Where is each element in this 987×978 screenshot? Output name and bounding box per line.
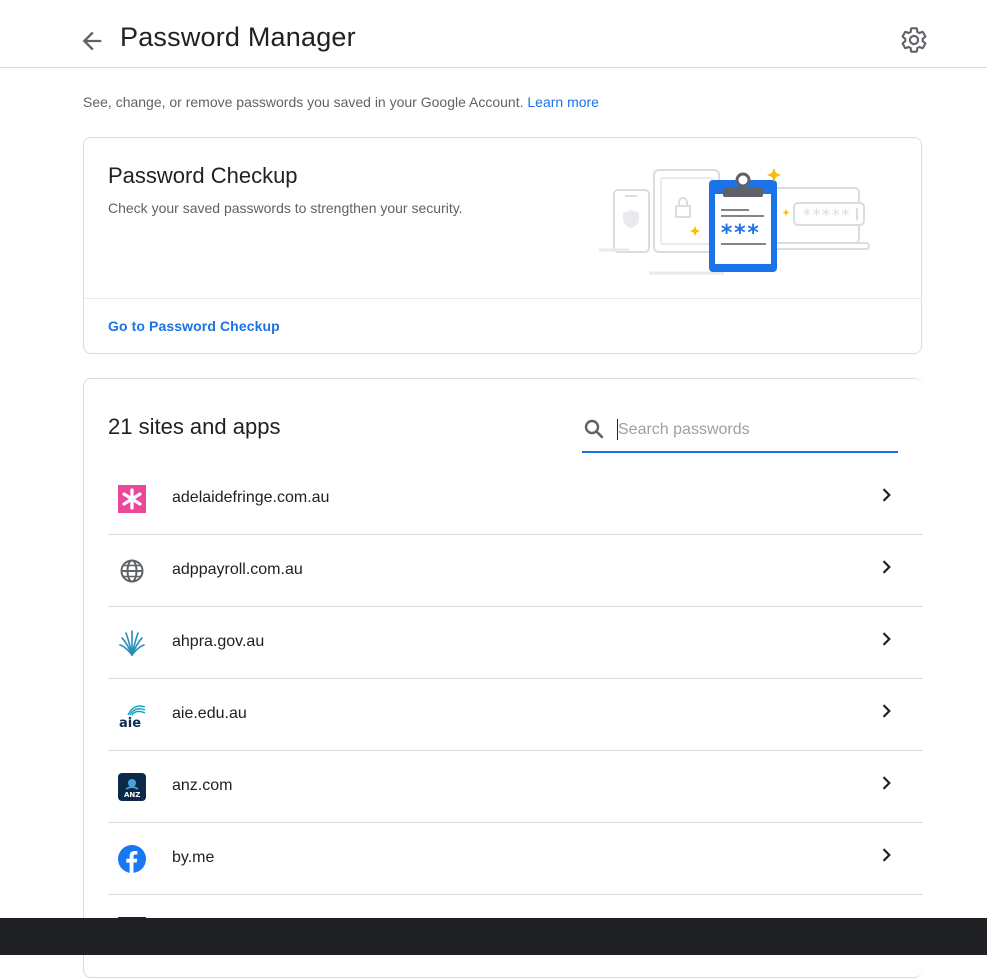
chevron-right-icon: [882, 776, 891, 790]
site-name: adelaidefringe.com.au: [172, 489, 330, 506]
aie-icon: aie: [119, 705, 146, 729]
search-box: [582, 409, 898, 453]
site-name: by.me: [172, 849, 215, 866]
checkup-description: Check your saved passwords to strengthen…: [108, 200, 463, 216]
globe-icon: [120, 559, 144, 583]
checkup-title: Password Checkup: [108, 163, 298, 188]
page-title: Password Manager: [120, 22, 356, 52]
site-name: ahpra.gov.au: [172, 633, 265, 650]
svg-text:aie: aie: [119, 716, 141, 729]
ahpra-icon: [119, 630, 145, 656]
password-row-ahpra[interactable]: ahpra.gov.au: [108, 607, 923, 679]
arrow-back-icon: [82, 31, 102, 51]
password-checkup-card: Password Checkup Check your saved passwo…: [83, 137, 922, 354]
svg-text:ANZ: ANZ: [124, 791, 140, 799]
site-name: adppayroll.com.au: [172, 561, 303, 578]
chevron-right-icon: [882, 560, 891, 574]
settings-button[interactable]: [900, 26, 928, 54]
saved-passwords-count: 21 sites and apps: [108, 414, 281, 439]
password-list: adelaidefringe.com.au adppayroll.com.au: [108, 463, 923, 967]
chevron-right-icon: [882, 848, 891, 862]
site-name: aie.edu.au: [172, 705, 247, 722]
password-row-byme[interactable]: by.me: [108, 823, 923, 895]
gear-icon: [901, 27, 927, 53]
svg-text:*****: *****: [802, 205, 850, 224]
learn-more-link[interactable]: Learn more: [527, 94, 599, 110]
checkup-divider: [84, 298, 921, 299]
saved-passwords-card: 21 sites and apps adelaidefringe.com.au: [83, 378, 923, 978]
password-row-adelaidefringe[interactable]: adelaidefringe.com.au: [108, 463, 923, 535]
anz-icon: ANZ: [118, 773, 146, 801]
chevron-right-icon: [882, 488, 891, 502]
password-row-anz[interactable]: ANZ anz.com: [108, 751, 923, 823]
site-name: anz.com: [172, 777, 233, 794]
password-checkup-illustration: ***** ***: [599, 168, 870, 275]
go-to-password-checkup-link[interactable]: Go to Password Checkup: [108, 318, 280, 334]
facebook-icon: [118, 845, 146, 873]
password-row-adppayroll[interactable]: adppayroll.com.au: [108, 535, 923, 607]
adelaide-fringe-icon: [118, 485, 146, 513]
search-passwords-input[interactable]: [616, 415, 890, 445]
search-icon: [584, 419, 604, 439]
back-button[interactable]: [78, 27, 106, 55]
intro-text: See, change, or remove passwords you sav…: [83, 94, 599, 110]
text-cursor: [617, 419, 618, 440]
chevron-right-icon: [882, 632, 891, 646]
password-row-aie[interactable]: aie aie.edu.au: [108, 679, 923, 751]
chevron-right-icon: [882, 704, 891, 718]
app-header: Password Manager: [0, 0, 987, 68]
taskbar: [0, 918, 987, 955]
svg-text:***: ***: [720, 221, 760, 246]
intro-description: See, change, or remove passwords you sav…: [83, 94, 524, 110]
